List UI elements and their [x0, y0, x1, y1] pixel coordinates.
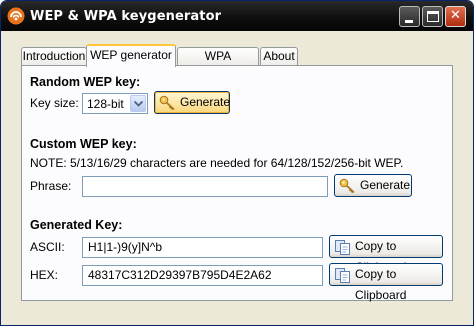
phrase-input[interactable]: [82, 176, 328, 197]
key-size-value: 128-bit: [87, 97, 124, 111]
custom-wep-heading: Custom WEP key:: [30, 137, 137, 151]
key-size-select[interactable]: 128-bit: [82, 93, 148, 114]
custom-generate-label: Generate: [360, 178, 411, 192]
copy-hex-label: Copy to Clipboard: [355, 267, 407, 302]
chevron-down-icon[interactable]: [130, 95, 146, 112]
ascii-label: ASCII:: [30, 240, 65, 254]
copy-icon: [335, 240, 350, 255]
random-generate-label: Generate: [180, 95, 231, 109]
wep-length-note: NOTE: 5/13/16/29 characters are needed f…: [30, 156, 404, 170]
app-window: WEP & WPA keygenerator ✕ Introduction WE…: [0, 0, 474, 326]
random-wep-heading: Random WEP key:: [30, 75, 141, 89]
copy-hex-button[interactable]: Copy to Clipboard: [329, 263, 443, 302]
key-icon: [159, 95, 175, 111]
ascii-key-field[interactable]: H1|1-)9(y]N^b: [82, 237, 323, 258]
random-generate-button[interactable]: Generate: [154, 91, 230, 114]
phrase-label: Phrase:: [30, 179, 72, 193]
generated-key-heading: Generated Key:: [30, 218, 123, 232]
custom-generate-button[interactable]: Generate: [334, 174, 412, 197]
key-size-label: Key size:: [30, 96, 79, 110]
copy-icon: [335, 268, 350, 283]
copy-ascii-button[interactable]: Copy to Clipboard: [329, 235, 443, 274]
hex-key-field[interactable]: 48317C312D29397B795D4E2A62: [82, 265, 323, 286]
hex-label: HEX:: [30, 268, 59, 282]
key-icon: [339, 178, 355, 194]
